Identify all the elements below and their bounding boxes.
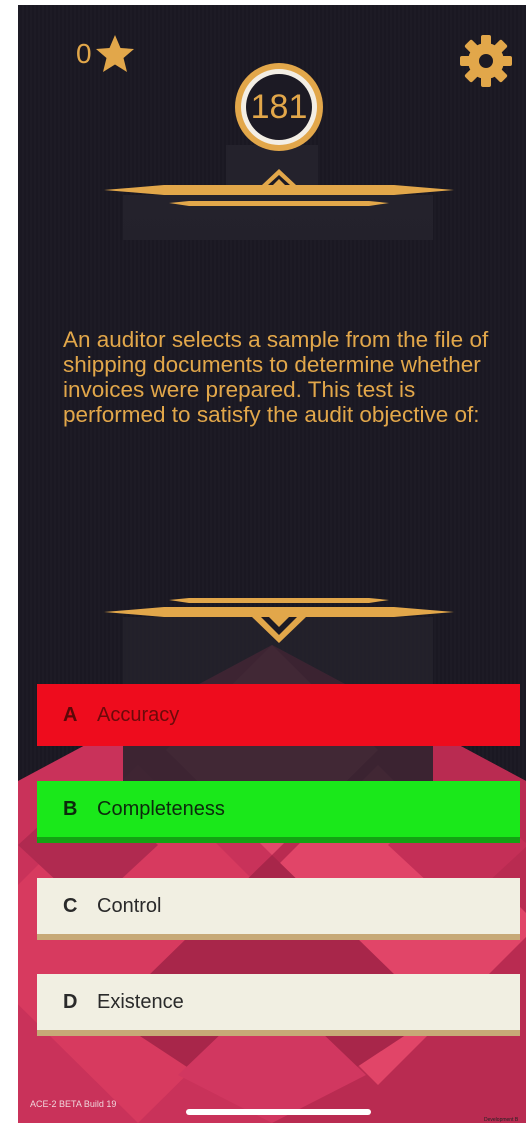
answer-label: Control [97, 894, 162, 917]
answer-label: Existence [97, 990, 184, 1013]
answer-letter: C [63, 894, 78, 917]
dev-tag: Development B [484, 1117, 519, 1123]
answer-a-button[interactable]: A Accuracy [37, 684, 520, 746]
bottom-gold-shelf [104, 598, 454, 643]
answer-d-button[interactable]: D Existence [37, 974, 520, 1036]
gear-icon[interactable] [458, 33, 514, 89]
build-label: ACE-2 BETA Build 19 [30, 1099, 117, 1109]
star-counter: 0 [76, 33, 136, 75]
question-text: An auditor selects a sample from the fil… [63, 327, 489, 427]
answer-letter: D [63, 990, 78, 1013]
answer-letter: A [63, 703, 78, 726]
star-count: 0 [76, 38, 92, 69]
timer-value: 181 [250, 88, 308, 126]
answer-b-button[interactable]: B Completeness [37, 781, 520, 843]
answer-label: Accuracy [97, 703, 180, 726]
answer-c-button[interactable]: C Control [37, 878, 520, 940]
countdown-timer: 181 [231, 59, 327, 155]
answer-letter: B [63, 797, 78, 820]
home-indicator[interactable] [186, 1109, 371, 1115]
game-screen: 0 181 An auditor selects a sample from t… [18, 5, 526, 1123]
top-gold-shelf [104, 169, 454, 206]
answer-label: Completeness [97, 797, 225, 820]
star-icon [95, 35, 134, 72]
